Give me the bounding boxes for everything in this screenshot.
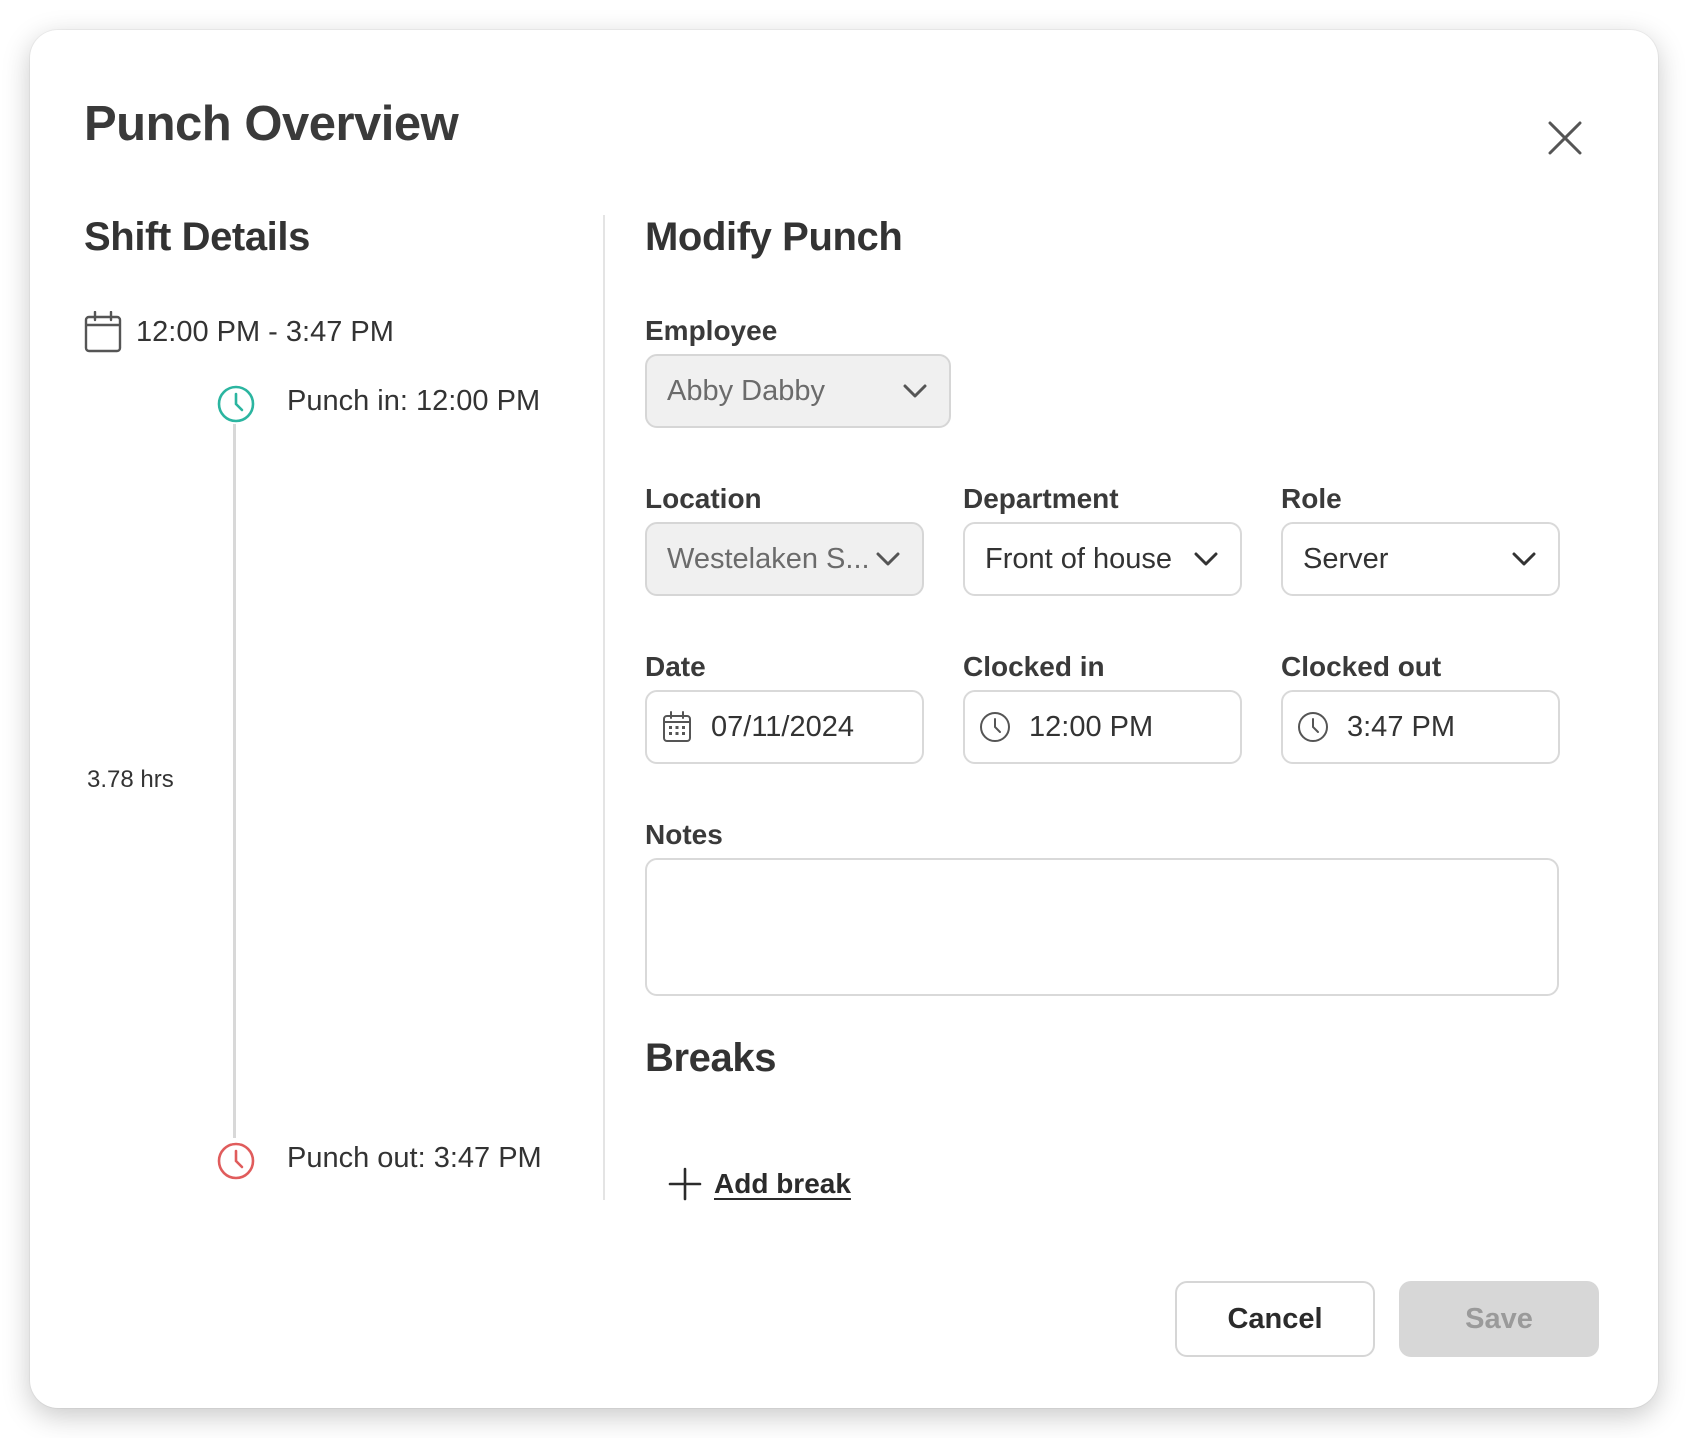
- role-value: Server: [1303, 542, 1389, 575]
- role-select[interactable]: Server: [1281, 522, 1560, 596]
- clocked-in-label: Clocked in: [963, 651, 1105, 682]
- punch-out-clock-icon: [216, 1141, 256, 1181]
- clocked-out-input[interactable]: 3:47 PM: [1281, 690, 1560, 764]
- punch-in-clock-icon: [216, 384, 256, 424]
- notes-textarea[interactable]: [645, 858, 1559, 996]
- breaks-title: Breaks: [645, 1036, 777, 1080]
- chevron-down-icon: [1192, 545, 1220, 573]
- column-divider: [603, 215, 605, 1200]
- location-label: Location: [645, 483, 762, 514]
- modify-punch-title: Modify Punch: [645, 215, 903, 259]
- chevron-down-icon: [874, 545, 902, 573]
- timeline-line: [233, 421, 236, 1138]
- cancel-button[interactable]: Cancel: [1175, 1281, 1375, 1357]
- employee-value: Abby Dabby: [667, 374, 825, 407]
- date-input[interactable]: 07/11/2024: [645, 690, 924, 764]
- clocked-in-value: 12:00 PM: [1029, 710, 1154, 743]
- plus-icon: [668, 1167, 702, 1201]
- date-label: Date: [645, 651, 706, 682]
- punch-in-text: Punch in: 12:00 PM: [287, 385, 541, 417]
- save-button[interactable]: Save: [1399, 1281, 1599, 1357]
- department-value: Front of house: [985, 542, 1172, 575]
- location-select[interactable]: Westelaken S...: [645, 522, 924, 596]
- role-label: Role: [1281, 483, 1342, 514]
- clocked-in-input[interactable]: 12:00 PM: [963, 690, 1242, 764]
- employee-select[interactable]: Abby Dabby: [645, 354, 951, 428]
- punch-overview-modal: Punch Overview Shift Details 12:00 PM - …: [30, 30, 1658, 1408]
- clocked-out-label: Clocked out: [1281, 651, 1442, 682]
- employee-label: Employee: [645, 315, 778, 346]
- calendar-icon: [661, 711, 693, 743]
- shift-duration: 3.78 hrs: [87, 766, 174, 793]
- date-value: 07/11/2024: [711, 710, 854, 743]
- shift-range: 12:00 PM - 3:47 PM: [84, 308, 394, 356]
- department-label: Department: [963, 483, 1119, 514]
- add-break-button[interactable]: Add break: [668, 1160, 851, 1208]
- notes-label: Notes: [645, 819, 723, 850]
- clock-icon: [979, 711, 1011, 743]
- chevron-down-icon: [1510, 545, 1538, 573]
- shift-details-title: Shift Details: [84, 215, 310, 259]
- clock-icon: [1297, 711, 1329, 743]
- department-select[interactable]: Front of house: [963, 522, 1242, 596]
- punch-out-text: Punch out: 3:47 PM: [287, 1142, 542, 1174]
- location-value: Westelaken S...: [667, 542, 870, 575]
- close-button[interactable]: [1535, 108, 1595, 168]
- clocked-out-value: 3:47 PM: [1347, 710, 1455, 743]
- add-break-label: Add break: [714, 1168, 851, 1199]
- modal-title: Punch Overview: [84, 97, 459, 151]
- shift-range-text: 12:00 PM - 3:47 PM: [136, 315, 394, 348]
- calendar-icon: [84, 311, 122, 353]
- close-icon: [1548, 121, 1582, 155]
- chevron-down-icon: [901, 377, 929, 405]
